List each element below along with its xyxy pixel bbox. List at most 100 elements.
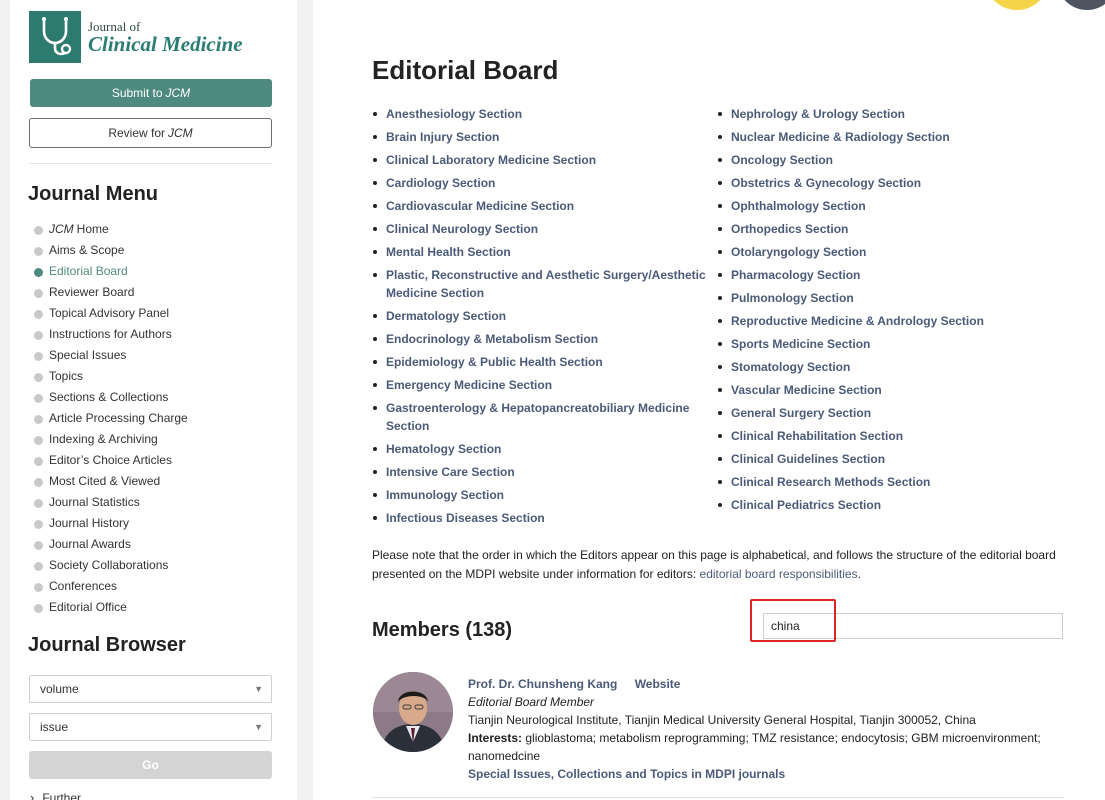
section-link[interactable]: Sports Medicine Section	[717, 335, 1087, 353]
section-link[interactable]: Epidemiology & Public Health Section	[372, 353, 712, 371]
menu-item[interactable]: Special Issues	[34, 344, 188, 365]
section-link[interactable]: Orthopedics Section	[717, 220, 1087, 238]
sidebar-cut-item[interactable]: › Further.....	[30, 790, 97, 800]
section-link[interactable]: Oncology Section	[717, 151, 1087, 169]
menu-item-prefix: JCM	[49, 221, 74, 236]
menu-item[interactable]: Aims & Scope	[34, 239, 188, 260]
section-link[interactable]: Pharmacology Section	[717, 266, 1087, 284]
volume-select[interactable]: volume ▼	[29, 675, 272, 703]
member-role: Editorial Board Member	[468, 695, 595, 709]
bullet-dot-icon	[34, 541, 43, 550]
section-link[interactable]: Emergency Medicine Section	[372, 376, 712, 394]
menu-item[interactable]: Editorial Board	[34, 260, 188, 281]
section-link[interactable]: Nuclear Medicine & Radiology Section	[717, 128, 1087, 146]
bullet-dot-icon	[34, 289, 43, 298]
section-link[interactable]: Vascular Medicine Section	[717, 381, 1087, 399]
review-button[interactable]: Review for JCM	[29, 118, 272, 148]
menu-item-label: Topics	[49, 368, 84, 383]
section-link[interactable]: Stomatology Section	[717, 358, 1087, 376]
section-link[interactable]: Brain Injury Section	[372, 128, 712, 146]
review-journal-abbr: JCM	[168, 126, 193, 140]
issue-select[interactable]: issue ▼	[29, 713, 272, 741]
menu-item[interactable]: Instructions for Authors	[34, 323, 188, 344]
section-link[interactable]: Clinical Guidelines Section	[717, 450, 1087, 468]
menu-item[interactable]: Topical Advisory Panel	[34, 302, 188, 323]
menu-item-label: Journal Awards	[49, 536, 131, 551]
member-card: Prof. Dr. Chunsheng Kang Website Editori…	[468, 675, 1068, 783]
section-link[interactable]: Anesthesiology Section	[372, 105, 712, 123]
editorial-responsibilities-link[interactable]: editorial board responsibilities	[700, 567, 858, 581]
bullet-dot-icon	[34, 520, 43, 529]
member-interests-text: glioblastoma; metabolism reprogramming; …	[468, 731, 1041, 763]
editors-order-note: Please note that the order in which the …	[372, 546, 1062, 584]
member-name-link[interactable]: Prof. Dr. Chunsheng Kang	[468, 677, 617, 691]
menu-item[interactable]: Editor’s Choice Articles	[34, 449, 188, 470]
section-link[interactable]: Immunology Section	[372, 486, 712, 504]
member-interests-label: Interests:	[468, 731, 523, 745]
member-website-link[interactable]: Website	[635, 677, 681, 691]
chevron-down-icon: ▼	[254, 722, 263, 732]
section-link[interactable]: Clinical Research Methods Section	[717, 473, 1087, 491]
bullet-dot-icon	[34, 562, 43, 571]
section-link[interactable]: Dermatology Section	[372, 307, 712, 325]
review-button-label: Review for	[108, 126, 165, 140]
bullet-dot-icon	[34, 268, 43, 277]
menu-item-label: Most Cited & Viewed	[49, 473, 161, 488]
section-link[interactable]: Cardiology Section	[372, 174, 712, 192]
menu-item-label: Conferences	[49, 578, 118, 593]
submit-button-label: Submit to	[111, 86, 163, 100]
section-link[interactable]: Pulmonology Section	[717, 289, 1087, 307]
section-link[interactable]: Endocrinology & Metabolism Section	[372, 330, 712, 348]
member-affiliation: Tianjin Neurological Institute, Tianjin …	[468, 713, 976, 727]
bullet-dot-icon	[34, 583, 43, 592]
menu-item[interactable]: Sections & Collections	[34, 386, 188, 407]
menu-item[interactable]: Article Processing Charge	[34, 407, 188, 428]
section-link[interactable]: Otolaryngology Section	[717, 243, 1087, 261]
section-link[interactable]: Nephrology & Urology Section	[717, 105, 1087, 123]
menu-item-label: Special Issues	[49, 347, 127, 362]
section-link[interactable]: Intensive Care Section	[372, 463, 712, 481]
section-link[interactable]: Cardiovascular Medicine Section	[372, 197, 712, 215]
section-link[interactable]: Obstetrics & Gynecology Section	[717, 174, 1087, 192]
section-link[interactable]: Clinical Rehabilitation Section	[717, 427, 1087, 445]
section-link[interactable]: Mental Health Section	[372, 243, 712, 261]
section-link[interactable]: Hematology Section	[372, 440, 712, 458]
section-link[interactable]: Gastroenterology & Hepatopancreatobiliar…	[372, 399, 712, 435]
section-link[interactable]: Clinical Neurology Section	[372, 220, 712, 238]
section-link[interactable]: Infectious Diseases Section	[372, 509, 712, 527]
section-link[interactable]: Plastic, Reconstructive and Aesthetic Su…	[372, 266, 712, 302]
menu-item[interactable]: Conferences	[34, 575, 188, 596]
sidebar-cut-item-label: Further.....	[42, 790, 98, 800]
menu-item[interactable]: JCM Home	[34, 218, 188, 239]
menu-item[interactable]: Topics	[34, 365, 188, 386]
menu-item[interactable]: Indexing & Archiving	[34, 428, 188, 449]
section-link[interactable]: General Surgery Section	[717, 404, 1087, 422]
menu-item[interactable]: Journal Awards	[34, 533, 188, 554]
search-highlight-box	[750, 599, 836, 642]
menu-item[interactable]: Reviewer Board	[34, 281, 188, 302]
journal-logo[interactable]: Journal of Clinical Medicine	[29, 11, 243, 63]
member-special-issues-link[interactable]: Special Issues, Collections and Topics i…	[468, 765, 1068, 783]
menu-item-label: Topical Advisory Panel	[49, 305, 170, 320]
sidebar-divider	[29, 163, 272, 164]
bullet-dot-icon	[34, 415, 43, 424]
menu-item[interactable]: Society Collaborations	[34, 554, 188, 575]
chevron-down-icon: ▼	[254, 684, 263, 694]
menu-item[interactable]: Journal Statistics	[34, 491, 188, 512]
menu-item[interactable]: Editorial Office	[34, 596, 188, 617]
menu-item[interactable]: Journal History	[34, 512, 188, 533]
menu-item-label: Reviewer Board	[49, 284, 135, 299]
menu-item-label: Editor’s Choice Articles	[49, 452, 172, 467]
section-link[interactable]: Clinical Pediatrics Section	[717, 496, 1087, 514]
section-link[interactable]: Reproductive Medicine & Andrology Sectio…	[717, 312, 1087, 330]
menu-item-label: Society Collaborations	[49, 557, 169, 572]
menu-item-label: Journal Statistics	[49, 494, 140, 509]
section-link[interactable]: Ophthalmology Section	[717, 197, 1087, 215]
menu-item-label: Aims & Scope	[49, 242, 125, 257]
go-button[interactable]: Go	[29, 751, 272, 779]
menu-item[interactable]: Most Cited & Viewed	[34, 470, 188, 491]
bullet-dot-icon	[34, 247, 43, 256]
volume-select-value: volume	[40, 682, 79, 696]
section-link[interactable]: Clinical Laboratory Medicine Section	[372, 151, 712, 169]
submit-button[interactable]: Submit to JCM	[30, 79, 272, 107]
